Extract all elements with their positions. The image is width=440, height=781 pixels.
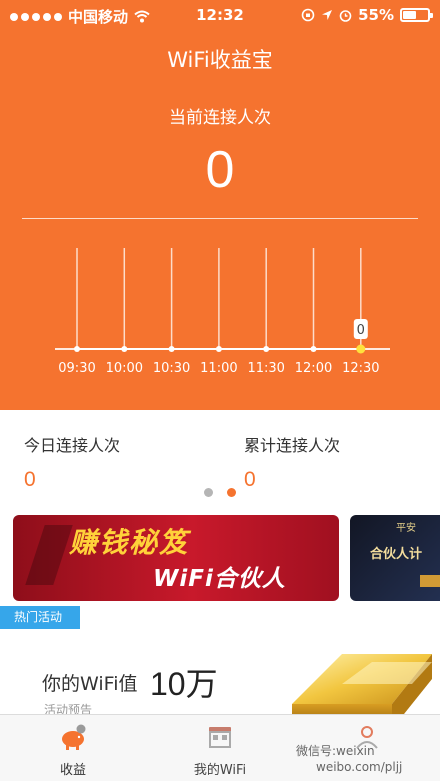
watermark-text: 微信号:weixin: [296, 744, 375, 758]
chart-point: [310, 346, 317, 352]
watermark-url: weibo.com/pljj: [316, 760, 403, 774]
today-connections: 今日连接人次 0: [24, 432, 120, 492]
app-title: WiFi收益宝: [167, 48, 273, 72]
chart-point: [356, 344, 366, 354]
tab-earnings[interactable]: 收益: [0, 715, 146, 781]
tab-earnings-label: 收益: [59, 763, 86, 778]
tab-my-wifi[interactable]: 我的WiFi: [147, 715, 293, 781]
connections-chart: 09:30 10:00 10:30 11:00 11:30 12:00 12:30 0: [55, 248, 390, 376]
rotation-lock-icon: [301, 8, 315, 22]
alarm-clock-icon: [339, 9, 352, 22]
chart-x-tick-label: 11:30: [247, 361, 284, 376]
earnings-header: 中国移动 12:32 55% WiFi收益宝 当前连接人次 0 09:30 10…: [0, 0, 440, 410]
location-arrow-icon: [322, 10, 333, 20]
chart-x-tick-label: 09:30: [58, 361, 95, 376]
battery-level-fill: [403, 11, 416, 19]
chart-point: [74, 346, 80, 352]
battery-percentage: 55%: [358, 6, 394, 24]
stats-panel: 今日连接人次 0 累计连接人次 0: [0, 410, 440, 510]
chart-point: [263, 346, 270, 352]
chart-point: [215, 346, 222, 352]
wifi-value-amount: 10万: [150, 666, 218, 702]
chart-x-tick-label: 11:00: [200, 361, 237, 376]
partner-promo-banner[interactable]: 赚钱秘笈 WiFi合伙人: [13, 515, 339, 601]
chart-x-tick-label: 12:00: [295, 361, 332, 376]
wifi-value-label: 你的WiFi值: [42, 673, 138, 695]
current-connections-value: 0: [205, 141, 235, 199]
banner-decoration: [25, 525, 73, 585]
piggy-bank-icon: [62, 724, 86, 750]
secondary-promo-banner[interactable]: 平安 合伙人计: [350, 515, 440, 601]
banner2-button: [420, 575, 440, 587]
hot-activity-tag: 热门活动: [0, 606, 80, 629]
total-connections: 累计连接人次 0: [244, 432, 340, 492]
shop-icon: [209, 727, 231, 748]
page-dot[interactable]: [204, 488, 213, 497]
banner-subtitle: WiFi合伙人: [153, 566, 286, 592]
total-connections-label: 累计连接人次: [244, 436, 341, 455]
chart-point: [168, 346, 175, 352]
page-dot-active[interactable]: [227, 488, 236, 497]
page-indicator[interactable]: [0, 488, 440, 497]
chart-x-tick-label: 10:00: [106, 361, 143, 376]
header-divider: [22, 218, 418, 219]
chart-highlight-label: 0: [357, 323, 365, 338]
battery-icon: [400, 8, 433, 22]
status-bar: 中国移动 12:32 55%: [0, 0, 440, 32]
banner2-main-text: 合伙人计: [370, 547, 423, 562]
today-connections-label: 今日连接人次: [24, 436, 121, 455]
tab-my-wifi-label: 我的WiFi: [193, 763, 247, 778]
chart-point: [121, 346, 128, 352]
chart-x-tick-label: 10:30: [153, 361, 190, 376]
banner-title: 赚钱秘笈: [69, 526, 190, 559]
current-connections-label: 当前连接人次: [169, 108, 271, 128]
banner2-top-text: 平安: [396, 523, 416, 534]
chart-x-tick-label: 12:30: [342, 361, 379, 376]
